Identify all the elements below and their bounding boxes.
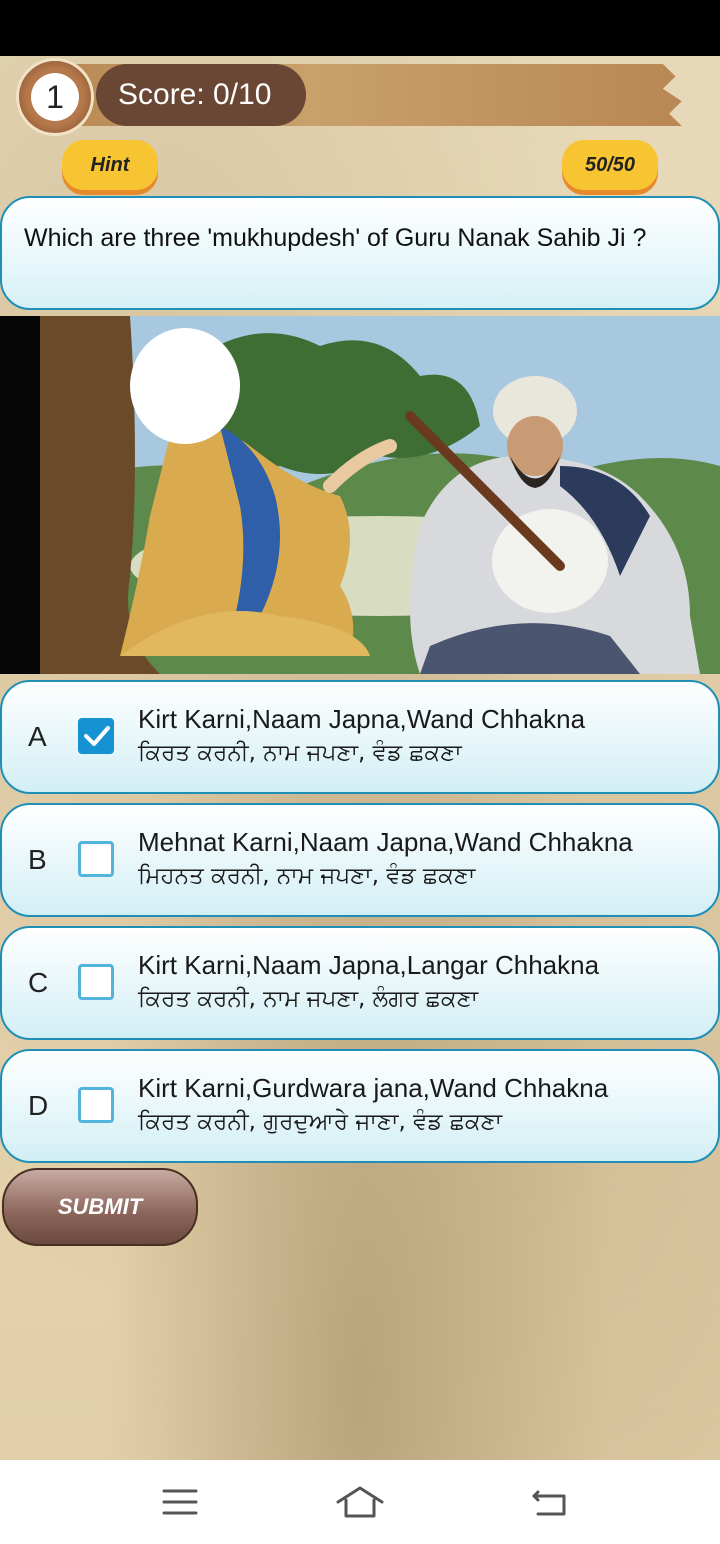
checkmark-icon	[84, 726, 110, 746]
menu-icon[interactable]	[156, 1482, 204, 1522]
option-english-text: Kirt Karni,Gurdwara jana,Wand Chhakna	[138, 1073, 609, 1103]
option-checkbox[interactable]	[78, 718, 114, 754]
level-badge: 1	[16, 58, 94, 136]
option-checkbox[interactable]	[78, 964, 114, 1000]
option-punjabi-text: ਕਿਰਤ ਕਰਨੀ, ਗੁਰਦੁਆਰੇ ਜਾਣਾ, ਵੰਡ ਛਕਣਾ	[138, 1109, 503, 1135]
option-punjabi-text: ਕਿਰਤ ਕਰਨੀ, ਨਾਮ ਜਪਣਾ, ਵੰਡ ਛਕਣਾ	[138, 740, 462, 766]
option-checkbox[interactable]	[78, 1087, 114, 1123]
option-a[interactable]: A Kirt Karni,Naam Japna,Wand Chhakna ਕਿਰ…	[0, 680, 720, 794]
level-number: 1	[31, 73, 79, 121]
navigation-bar	[0, 1460, 720, 1544]
question-text: Which are three 'mukhupdesh' of Guru Nan…	[24, 224, 647, 252]
option-english-text: Kirt Karni,Naam Japna,Langar Chhakna	[138, 950, 600, 980]
hint-button[interactable]: Hint	[62, 140, 158, 190]
option-english-text: Mehnat Karni,Naam Japna,Wand Chhakna	[138, 827, 633, 857]
option-letter: C	[28, 967, 49, 998]
option-punjabi-text: ਕਿਰਤ ਕਰਨੀ, ਨਾਮ ਜਪਣਾ, ਲੰਗਰ ਛਕਣਾ	[138, 986, 479, 1012]
question-card: Which are three 'mukhupdesh' of Guru Nan…	[0, 196, 720, 310]
score-display: Score: 0/10	[96, 64, 306, 126]
guru-nanak-and-rabab-player-illustration	[0, 316, 720, 674]
option-checkbox[interactable]	[78, 841, 114, 877]
status-bar	[0, 0, 720, 56]
question-illustration	[0, 316, 720, 674]
option-d[interactable]: D Kirt Karni,Gurdwara jana,Wand Chhakna …	[0, 1049, 720, 1163]
submit-button[interactable]: SUBMIT	[2, 1168, 198, 1246]
option-letter: A	[28, 721, 47, 752]
option-b[interactable]: B Mehnat Karni,Naam Japna,Wand Chhakna ਮ…	[0, 803, 720, 917]
home-icon[interactable]	[336, 1482, 384, 1522]
option-punjabi-text: ਮਿਹਨਤ ਕਰਨੀ, ਨਾਮ ਜਪਣਾ, ਵੰਡ ਛਕਣਾ	[138, 863, 476, 889]
option-c[interactable]: C Kirt Karni,Naam Japna,Langar Chhakna ਕ…	[0, 926, 720, 1040]
back-icon[interactable]	[526, 1482, 574, 1522]
timer-badge: 50/50	[562, 140, 658, 190]
option-english-text: Kirt Karni,Naam Japna,Wand Chhakna	[138, 704, 586, 734]
option-letter: D	[28, 1090, 49, 1121]
option-letter: B	[28, 844, 47, 875]
